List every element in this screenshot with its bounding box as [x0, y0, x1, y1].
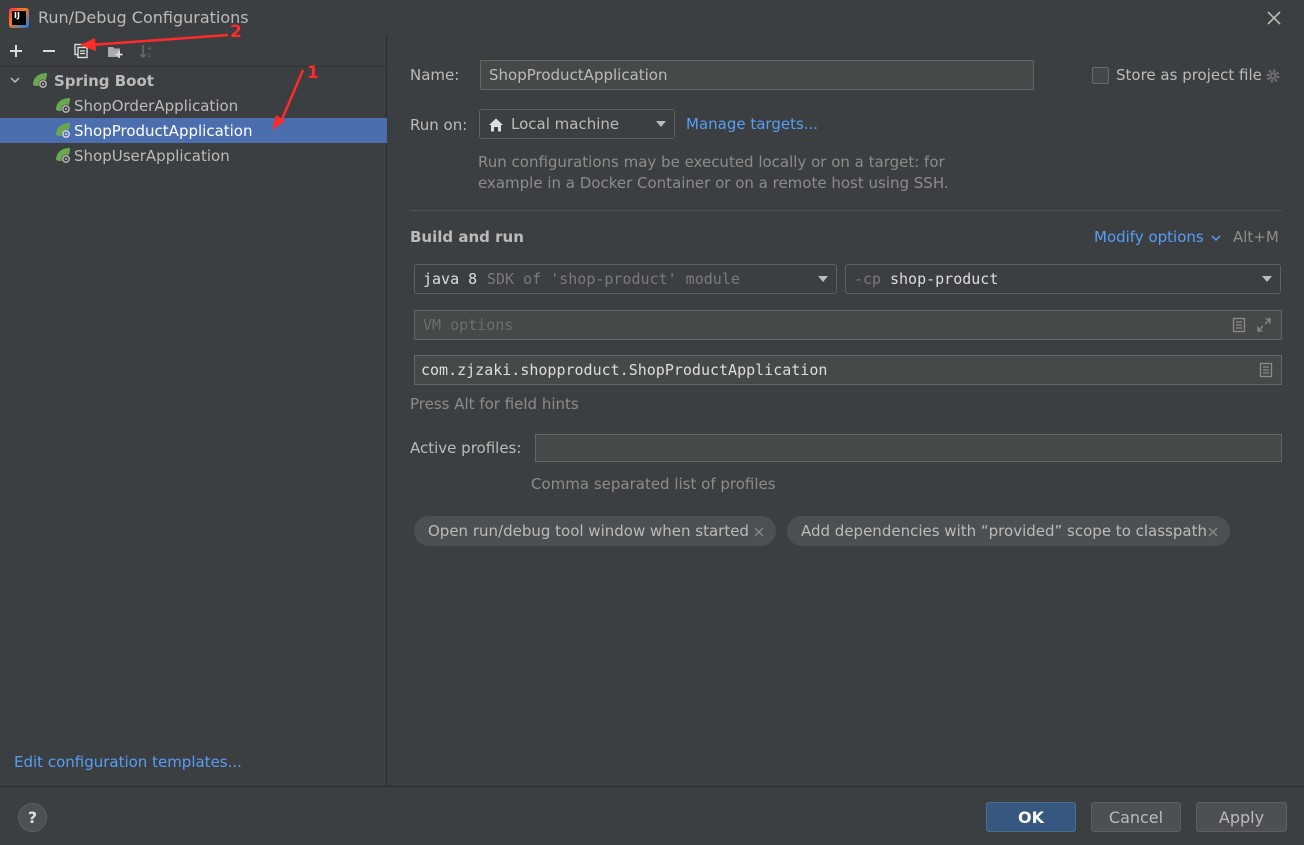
title-bar: IJ Run/Debug Configurations [0, 0, 1304, 36]
cp-prefix: -cp [854, 270, 882, 288]
close-icon[interactable] [1206, 525, 1220, 539]
document-icon[interactable] [1258, 362, 1274, 378]
tree-item-shop-product-application[interactable]: ShopProductApplication [0, 118, 387, 143]
copy-icon[interactable] [70, 40, 92, 62]
run-on-hint-line2: example in a Docker Container or on a re… [478, 174, 949, 192]
apply-button[interactable]: Apply [1196, 802, 1287, 832]
jre-sdk-dropdown[interactable]: java 8 SDK of 'shop-product' module [414, 264, 837, 294]
configurations-panel: a z Spring Boot ShopOrderApplication Sho… [0, 36, 387, 786]
configurations-toolbar: a z [0, 36, 387, 67]
store-as-project-file-label: Store as project file [1116, 66, 1262, 84]
tree-item-shop-order-application[interactable]: ShopOrderApplication [0, 93, 387, 118]
tree-item-label: ShopUserApplication [74, 146, 230, 165]
tree-group-label: Spring Boot [54, 71, 154, 90]
run-on-dropdown[interactable]: Local machine [479, 109, 675, 139]
tree-item-label: ShopProductApplication [74, 121, 253, 140]
store-as-project-file-checkbox[interactable] [1092, 67, 1109, 84]
modify-options-shortcut: Alt+M [1233, 228, 1279, 246]
tree-group-spring-boot[interactable]: Spring Boot [0, 68, 387, 93]
svg-text:a: a [148, 45, 152, 52]
vm-options-input[interactable]: VM options [414, 310, 1282, 340]
svg-text:z: z [148, 52, 151, 59]
chevron-down-icon [1262, 276, 1272, 282]
main-class-input[interactable]: com.zjzaki.shopproduct.ShopProductApplic… [414, 355, 1282, 385]
tree-item-shop-user-application[interactable]: ShopUserApplication [0, 143, 387, 168]
annotation-label-2: 2 [230, 22, 242, 42]
active-profiles-hint: Comma separated list of profiles [531, 475, 776, 493]
section-separator [410, 210, 1282, 211]
chevron-down-icon[interactable] [1210, 232, 1222, 244]
intellij-idea-icon: IJ [9, 8, 29, 28]
active-profiles-label: Active profiles: [410, 439, 522, 457]
active-profiles-input[interactable] [535, 434, 1282, 462]
chevron-down-icon [818, 276, 828, 282]
option-chip-open-tool-window[interactable]: Open run/debug tool window when started [414, 516, 776, 546]
option-chip-add-provided-dependencies[interactable]: Add dependencies with “provided” scope t… [787, 516, 1230, 546]
expand-icon[interactable] [1256, 317, 1272, 333]
tree-item-label: ShopOrderApplication [74, 96, 239, 115]
spring-boot-icon [56, 123, 71, 139]
sort-icon[interactable]: a z [136, 40, 158, 62]
chip-label: Add dependencies with “provided” scope t… [801, 522, 1207, 540]
home-icon [489, 118, 503, 132]
chip-label: Open run/debug tool window when started [428, 522, 749, 540]
window-title: Run/Debug Configurations [38, 8, 249, 27]
spring-boot-icon [56, 148, 71, 164]
run-on-value: Local machine [511, 115, 620, 133]
new-folder-icon[interactable] [104, 40, 126, 62]
sdk-detail-text: SDK of 'shop-product' module [487, 270, 740, 288]
document-icon[interactable] [1231, 317, 1247, 333]
run-on-hint-line1: Run configurations may be executed local… [478, 153, 945, 171]
help-button[interactable]: ? [18, 803, 47, 832]
build-and-run-title: Build and run [410, 228, 524, 246]
gear-icon[interactable] [1264, 67, 1282, 85]
manage-targets-link[interactable]: Manage targets... [686, 115, 818, 133]
run-on-label: Run on: [410, 116, 468, 134]
chevron-down-icon[interactable] [8, 73, 22, 87]
field-hints-text: Press Alt for field hints [410, 395, 579, 413]
spring-boot-icon [33, 73, 48, 89]
dialog-button-bar: ? OK Cancel Apply [0, 786, 1304, 845]
configuration-details: Name: ShopProductApplication Store as pr… [388, 36, 1304, 786]
spring-boot-icon [56, 98, 71, 114]
ok-button[interactable]: OK [986, 802, 1076, 832]
sdk-main-text: java 8 [423, 270, 478, 288]
chevron-down-icon [656, 121, 666, 127]
annotation-label-1: 1 [307, 63, 319, 83]
add-icon[interactable] [5, 40, 27, 62]
remove-icon[interactable] [38, 40, 60, 62]
cp-value: shop-product [890, 270, 999, 288]
name-label: Name: [410, 66, 460, 84]
edit-configuration-templates-link[interactable]: Edit configuration templates... [14, 753, 242, 771]
name-input[interactable]: ShopProductApplication [480, 60, 1034, 90]
close-icon[interactable] [1262, 6, 1286, 30]
classpath-module-dropdown[interactable]: -cp shop-product [845, 264, 1281, 294]
cancel-button[interactable]: Cancel [1091, 802, 1181, 832]
close-icon[interactable] [752, 525, 766, 539]
modify-options-link[interactable]: Modify options [1094, 228, 1204, 246]
